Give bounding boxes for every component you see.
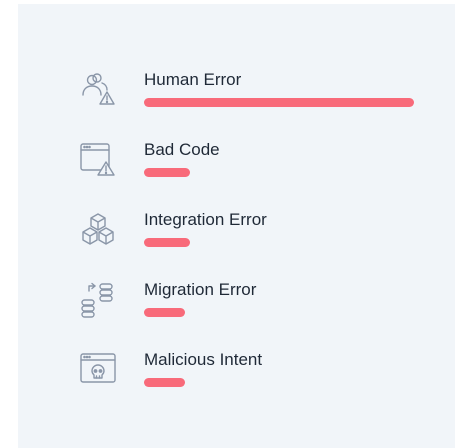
browser-warning-icon (78, 140, 118, 180)
list-item-human-error: Human Error (18, 70, 455, 130)
cause-level-fill (144, 98, 414, 107)
list-item-migration-error: Migration Error (18, 280, 455, 340)
cause-label: Integration Error (144, 210, 267, 229)
cause-level-bar (144, 238, 414, 247)
cause-level-bar (144, 168, 414, 177)
cause-level-fill (144, 378, 185, 387)
browser-skull-icon (78, 350, 118, 390)
list-item-integration-error: Integration Error (18, 210, 455, 270)
cause-level-fill (144, 238, 190, 247)
cause-label: Malicious Intent (144, 350, 263, 369)
user-warning-icon (78, 70, 118, 110)
cause-level-bar (144, 378, 414, 387)
cause-level-fill (144, 168, 190, 177)
error-causes-panel: Human Error Bad Code Integration Error M… (18, 4, 455, 448)
cause-label: Migration Error (144, 280, 257, 299)
list-item-bad-code: Bad Code (18, 140, 455, 200)
database-migration-icon (78, 280, 118, 320)
cubes-icon (78, 210, 118, 250)
cause-label: Bad Code (144, 140, 220, 159)
cause-level-bar (144, 308, 414, 317)
cause-level-bar (144, 98, 414, 107)
list-item-malicious-intent: Malicious Intent (18, 350, 455, 410)
cause-level-fill (144, 308, 185, 317)
cause-label: Human Error (144, 70, 242, 89)
